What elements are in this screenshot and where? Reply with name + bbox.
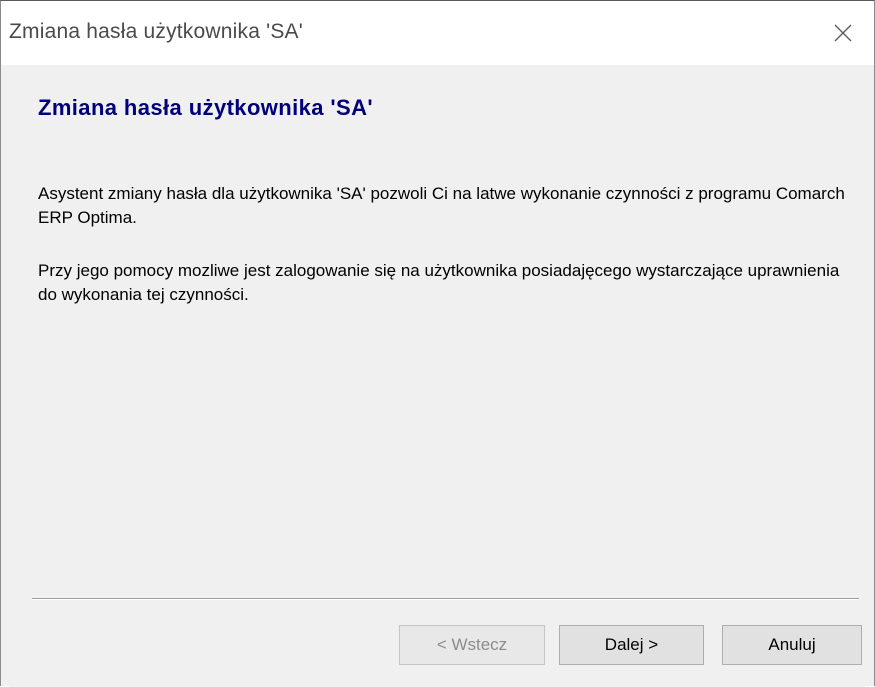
title-bar[interactable]: Zmiana hasła użytkownika 'SA' <box>1 1 874 65</box>
wizard-dialog: Zmiana hasła użytkownika 'SA' Zmiana has… <box>0 0 875 687</box>
next-button[interactable]: Dalej > <box>559 625 704 665</box>
dialog-content: Zmiana hasła użytkownika 'SA' Asystent z… <box>10 65 865 687</box>
description-paragraph-2: Przy jego pomocy mozliwe jest zalogowani… <box>38 261 840 304</box>
page-heading: Zmiana hasła użytkownika 'SA' <box>38 95 374 120</box>
back-button[interactable]: < Wstecz <box>399 625 545 665</box>
window-title: Zmiana hasła użytkownika 'SA' <box>9 20 303 43</box>
button-separator <box>32 598 859 600</box>
description-paragraph-1: Asystent zmiany hasła dla użytkownika 'S… <box>38 184 845 227</box>
cancel-button[interactable]: Anuluj <box>722 625 862 665</box>
close-icon <box>834 24 852 42</box>
close-button[interactable] <box>812 1 874 65</box>
